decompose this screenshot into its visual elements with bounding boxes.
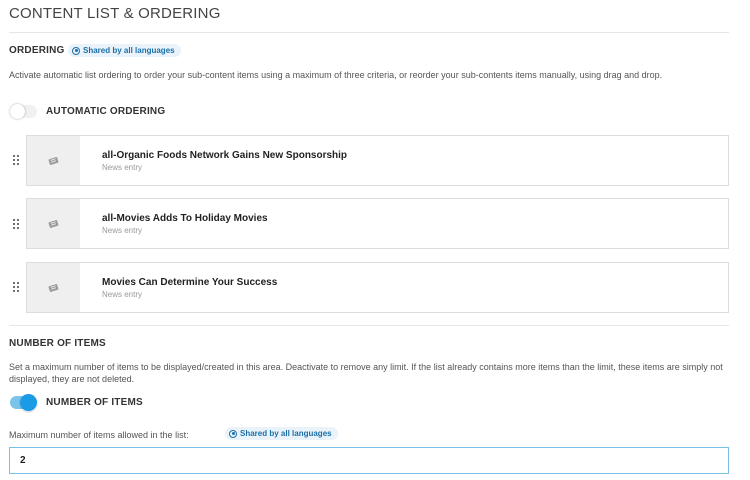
item-thumbnail xyxy=(27,136,80,185)
page-title: CONTENT LIST & ORDERING xyxy=(9,5,221,22)
ordering-description: Activate automatic list ordering to orde… xyxy=(9,70,663,80)
max-items-field-label: Maximum number of items allowed in the l… xyxy=(9,430,189,440)
list-item[interactable]: all-Organic Foods Network Gains New Spon… xyxy=(26,135,729,186)
shared-badge-max-items: Shared by all languages xyxy=(225,427,338,440)
number-of-items-toggle-label: NUMBER OF ITEMS xyxy=(46,397,143,408)
number-of-items-toggle[interactable] xyxy=(10,394,37,411)
item-title: all-Organic Foods Network Gains New Spon… xyxy=(102,150,348,161)
toggle-knob xyxy=(10,104,25,119)
shared-badge-text: Shared by all languages xyxy=(83,46,175,55)
item-thumbnail xyxy=(27,263,80,312)
globe-icon xyxy=(229,429,237,438)
list-item[interactable]: all-Movies Adds To Holiday Movies News e… xyxy=(26,198,729,249)
list-item[interactable]: Movies Can Determine Your Success News e… xyxy=(26,262,729,313)
item-type: News entry xyxy=(102,290,143,299)
news-icon xyxy=(48,219,58,227)
section-divider xyxy=(9,325,729,326)
ordering-label: ORDERING xyxy=(9,45,65,56)
number-of-items-description: Set a maximum number of items to be disp… xyxy=(9,362,723,384)
globe-icon xyxy=(72,46,80,55)
item-type: News entry xyxy=(102,226,143,235)
drag-handle-icon[interactable] xyxy=(13,282,21,292)
drag-handle-icon[interactable] xyxy=(13,219,21,229)
toggle-knob xyxy=(20,394,37,411)
automatic-ordering-toggle[interactable] xyxy=(10,104,37,119)
news-icon xyxy=(48,156,58,164)
item-title: all-Movies Adds To Holiday Movies xyxy=(102,213,268,224)
max-items-input[interactable] xyxy=(9,447,729,474)
title-divider xyxy=(9,32,729,33)
shared-badge-text: Shared by all languages xyxy=(240,429,332,438)
item-type: News entry xyxy=(102,163,143,172)
drag-handle-icon[interactable] xyxy=(13,155,21,165)
automatic-ordering-label: AUTOMATIC ORDERING xyxy=(46,106,166,117)
news-icon xyxy=(48,283,58,291)
shared-badge-ordering: Shared by all languages xyxy=(68,44,181,57)
number-of-items-label: NUMBER OF ITEMS xyxy=(9,338,106,349)
item-title: Movies Can Determine Your Success xyxy=(102,277,278,288)
item-thumbnail xyxy=(27,199,80,248)
